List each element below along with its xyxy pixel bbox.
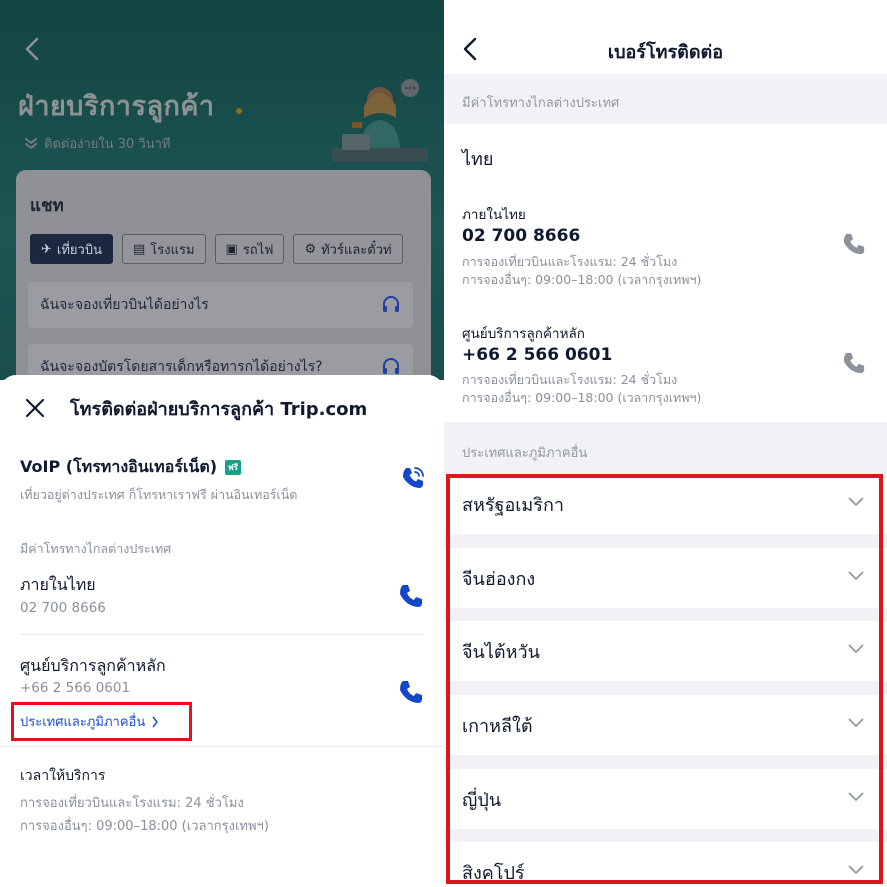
voip-description: เที่ยวอยู่ต่างประเทศ ก็โทรหาเราฟรี ผ่านอ… (20, 487, 298, 502)
wifi-call-icon[interactable] (400, 465, 426, 491)
plane-icon: ✈ (41, 241, 52, 257)
chat-category-chips: ✈ เที่ยวบิน ▤ โรงแรม ▣ รถไฟ ⚙ ทัวร์และตั… (30, 234, 403, 264)
row-title: ภายในไทย (20, 575, 96, 594)
voip-title: VoIP (โทรทางอินเทอร์เน็ต) (20, 457, 218, 476)
phone-number: +66 2 566 0601 (20, 680, 131, 696)
section-band: มีค่าโทรทางไกลต่างประเทศ (444, 74, 887, 124)
voip-option[interactable]: VoIP (โทรทางอินเทอร์เน็ต) ฟรี (20, 455, 241, 480)
hours-line: การจองอื่นๆ: 09:00–18:00 (เวลากรุงเทพฯ) (462, 390, 702, 405)
phone-number: 02 700 8666 (20, 600, 106, 616)
headset-icon (383, 296, 399, 312)
chip-trains[interactable]: ▣ รถไฟ (214, 234, 285, 264)
phone-icon[interactable] (842, 351, 866, 375)
section-label: มีค่าโทรทางไกลต่างประเทศ (462, 96, 620, 111)
train-icon: ▣ (225, 241, 238, 257)
service-hours-line: การจองอื่นๆ: 09:00–18:00 (เวลากรุงเทพฯ) (20, 819, 269, 834)
chip-hotels[interactable]: ▤ โรงแรม (121, 234, 206, 264)
highlight-box (446, 474, 883, 884)
chip-label: รถไฟ (242, 242, 274, 258)
chip-label: ทัวร์และตั๋วท่ (321, 242, 392, 258)
phone-icon[interactable] (398, 679, 424, 705)
ticket-icon: ⚙ (304, 241, 317, 257)
call-bottom-sheet: โทรติดต่อฝ่ายบริการลูกค้า Trip.com VoIP … (0, 375, 444, 887)
service-hours-line: การจองเที่ยวบินและโรงแรม: 24 ชั่วโมง (20, 796, 244, 811)
divider (20, 634, 424, 635)
headset-icon (383, 358, 399, 374)
phone-number[interactable]: +66 2 566 0601 (462, 345, 612, 365)
chip-label: โรงแรม (150, 242, 195, 258)
highlight-box (11, 702, 192, 741)
phone-number[interactable]: 02 700 8666 (462, 226, 580, 246)
chat-title: แชท (30, 196, 64, 216)
section-label: มีค่าโทรทางไกลต่างประเทศ (20, 541, 172, 556)
question-text: ฉันจะจองเที่ยวบินได้อย่างไร (40, 297, 209, 313)
contact-numbers-header: เบอร์โทรติดต่อ (444, 0, 887, 74)
sheet-title: โทรติดต่อฝ่ายบริการลูกค้า Trip.com (70, 399, 368, 420)
right-screen: เบอร์โทรติดต่อ มีค่าโทรทางไกลต่างประเทศ … (444, 0, 887, 887)
service-hours-title: เวลาให้บริการ (20, 768, 106, 784)
entry-label: ภายในไทย (462, 207, 526, 223)
phone-icon[interactable] (398, 583, 424, 609)
country-heading: ไทย (462, 149, 494, 170)
hours-line: การจองเที่ยวบินและโรงแรม: 24 ชั่วโมง (462, 372, 678, 387)
divider (0, 746, 444, 747)
section-label: ประเทศและภูมิภาคอื่น (462, 446, 588, 461)
page-title: เบอร์โทรติดต่อ (607, 42, 724, 63)
chip-label: เที่ยวบิน (56, 242, 102, 258)
chip-flights[interactable]: ✈ เที่ยวบิน (30, 234, 113, 264)
row-title: ศูนย์บริการลูกค้าหลัก (20, 656, 166, 675)
chat-card: แชท ✈ เที่ยวบิน ▤ โรงแรม ▣ รถไฟ ⚙ ทัวร์แ… (16, 170, 431, 400)
chip-tours[interactable]: ⚙ ทัวร์และตั๋วท่ (293, 234, 403, 264)
close-icon[interactable] (24, 397, 46, 419)
hours-line: การจองเที่ยวบินและโรงแรม: 24 ชั่วโมง (462, 254, 678, 269)
hotel-icon: ▤ (132, 241, 146, 257)
left-screen: ฝ่ายบริการลูกค้า ติดต่อง่ายใน 30 วินาที (0, 0, 444, 887)
entry-label: ศูนย์บริการลูกค้าหลัก (462, 326, 585, 342)
chat-question[interactable]: ฉันจะจองเที่ยวบินได้อย่างไร (28, 282, 413, 328)
free-badge: ฟรี (225, 460, 241, 475)
phone-icon[interactable] (842, 232, 866, 256)
hours-line: การจองอื่นๆ: 09:00–18:00 (เวลากรุงเทพฯ) (462, 272, 702, 287)
